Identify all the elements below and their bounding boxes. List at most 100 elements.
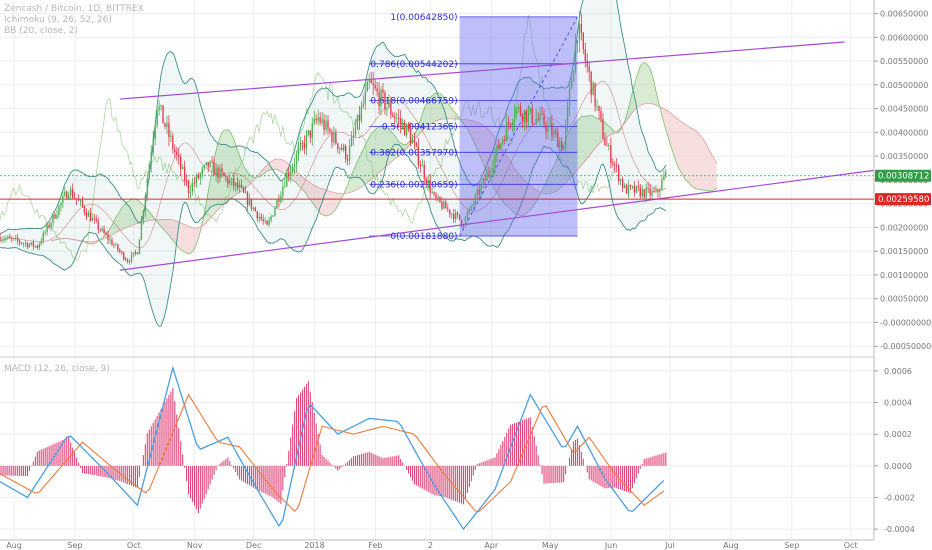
fib-level-label: 0.618(0.00466759) (370, 97, 457, 107)
candle-body (158, 106, 160, 111)
candle-body (140, 220, 143, 240)
candle-body (633, 186, 636, 193)
legend-macd[interactable]: MACD (12, 26, close, 9) (4, 364, 110, 375)
candle-body (270, 216, 272, 221)
candle-body (319, 117, 321, 123)
candle-body (460, 219, 463, 225)
x-tick-label: Jul (664, 541, 675, 550)
candle-body (62, 195, 64, 203)
candle-body (187, 181, 190, 193)
x-tick-label: Jun (604, 541, 618, 550)
x-tick-label: Sep (67, 541, 82, 550)
candle-body (66, 191, 68, 199)
candle-body (299, 142, 302, 149)
candle-body (68, 195, 70, 199)
candle-body (508, 122, 510, 124)
price-tag-label: 0.00259580 (878, 195, 929, 205)
candle-body (356, 114, 359, 129)
candle-body (250, 198, 253, 209)
candle-body (284, 186, 286, 188)
candle-body (111, 239, 113, 246)
candle-body (588, 66, 590, 72)
candle-body (368, 79, 370, 82)
macd-line[interactable] (0, 365, 665, 531)
candle-body (417, 145, 420, 165)
candle-body (582, 32, 585, 50)
candle-body (126, 260, 129, 263)
candle-body (36, 245, 39, 248)
candle-body (311, 123, 313, 138)
candle-body (85, 212, 88, 217)
candle-body (229, 180, 231, 184)
x-tick-label: Sep (784, 541, 799, 550)
candle-body (521, 115, 524, 122)
candle-body (433, 192, 435, 195)
candle-body (289, 171, 292, 177)
candle-body (5, 238, 7, 240)
signal-line[interactable] (0, 393, 665, 513)
candle-body (470, 206, 473, 208)
legend-ichimoku[interactable]: Ichimoku (9, 26, 52, 26) (4, 15, 144, 26)
candle-body (564, 124, 567, 147)
candle-body (3, 239, 5, 241)
candle-body (427, 180, 429, 184)
candle-body (234, 182, 237, 187)
chart-canvas[interactable]: 1(0.00642850) 0.786(0.00544202) 0.618(0.00… (0, 0, 932, 550)
candle-body (411, 140, 414, 144)
candle-body (478, 190, 480, 195)
candle-body (576, 40, 579, 43)
x-tick-label: Nov (187, 541, 203, 550)
x-tick-label: Dec (246, 541, 261, 550)
candle-body (54, 214, 56, 219)
candle-body (341, 147, 343, 151)
candle-body (313, 118, 315, 124)
candle-body (529, 108, 531, 112)
candle-body (472, 204, 475, 207)
macd-y-tick-label: 0.0000 (884, 462, 912, 471)
candle-body (519, 106, 522, 116)
candle-body (87, 212, 90, 217)
y-tick-label: 0.00100000 (880, 271, 928, 280)
y-tick-label: 0.00400000 (880, 128, 928, 137)
y-tick-label: 0.00200000 (880, 223, 928, 232)
candle-body (596, 105, 598, 107)
y-tick-label: 0.00600000 (880, 33, 928, 42)
candle-body (321, 119, 323, 123)
candle-body (189, 191, 192, 193)
candle-body (132, 252, 135, 255)
candle-body (203, 165, 205, 169)
candle-body (75, 198, 78, 200)
candle-body (515, 108, 518, 115)
candle-body (482, 178, 484, 186)
candle-body (325, 120, 327, 131)
candle-body (280, 196, 282, 202)
candle-body (498, 144, 500, 149)
candle-body (282, 186, 284, 197)
candle-body (376, 88, 378, 92)
candle-body (584, 49, 586, 61)
candle-body (655, 189, 657, 192)
candle-body (174, 149, 176, 153)
candle-body (604, 138, 606, 146)
candle-body (665, 172, 667, 177)
candle-body (327, 120, 329, 130)
candle-body (305, 134, 308, 149)
candle-body (553, 130, 555, 136)
candle-body (83, 206, 86, 213)
candle-body (201, 168, 203, 174)
candle-body (366, 81, 368, 92)
legend-pair[interactable]: Zencash / Bitcoin, 1D, BITTREX (4, 4, 144, 15)
candle-body (621, 179, 624, 188)
candle-body (248, 198, 251, 205)
candle-body (509, 123, 512, 125)
candle-body (429, 180, 431, 193)
legend-bb[interactable]: BB (20, close, 2) (4, 26, 144, 37)
candle-body (77, 199, 80, 201)
candle-body (484, 178, 486, 181)
candle-body (619, 179, 622, 182)
candle-body (101, 228, 103, 231)
candle-body (138, 239, 141, 255)
candle-body (199, 173, 202, 179)
candle-body (641, 189, 643, 197)
candle-body (431, 192, 433, 194)
